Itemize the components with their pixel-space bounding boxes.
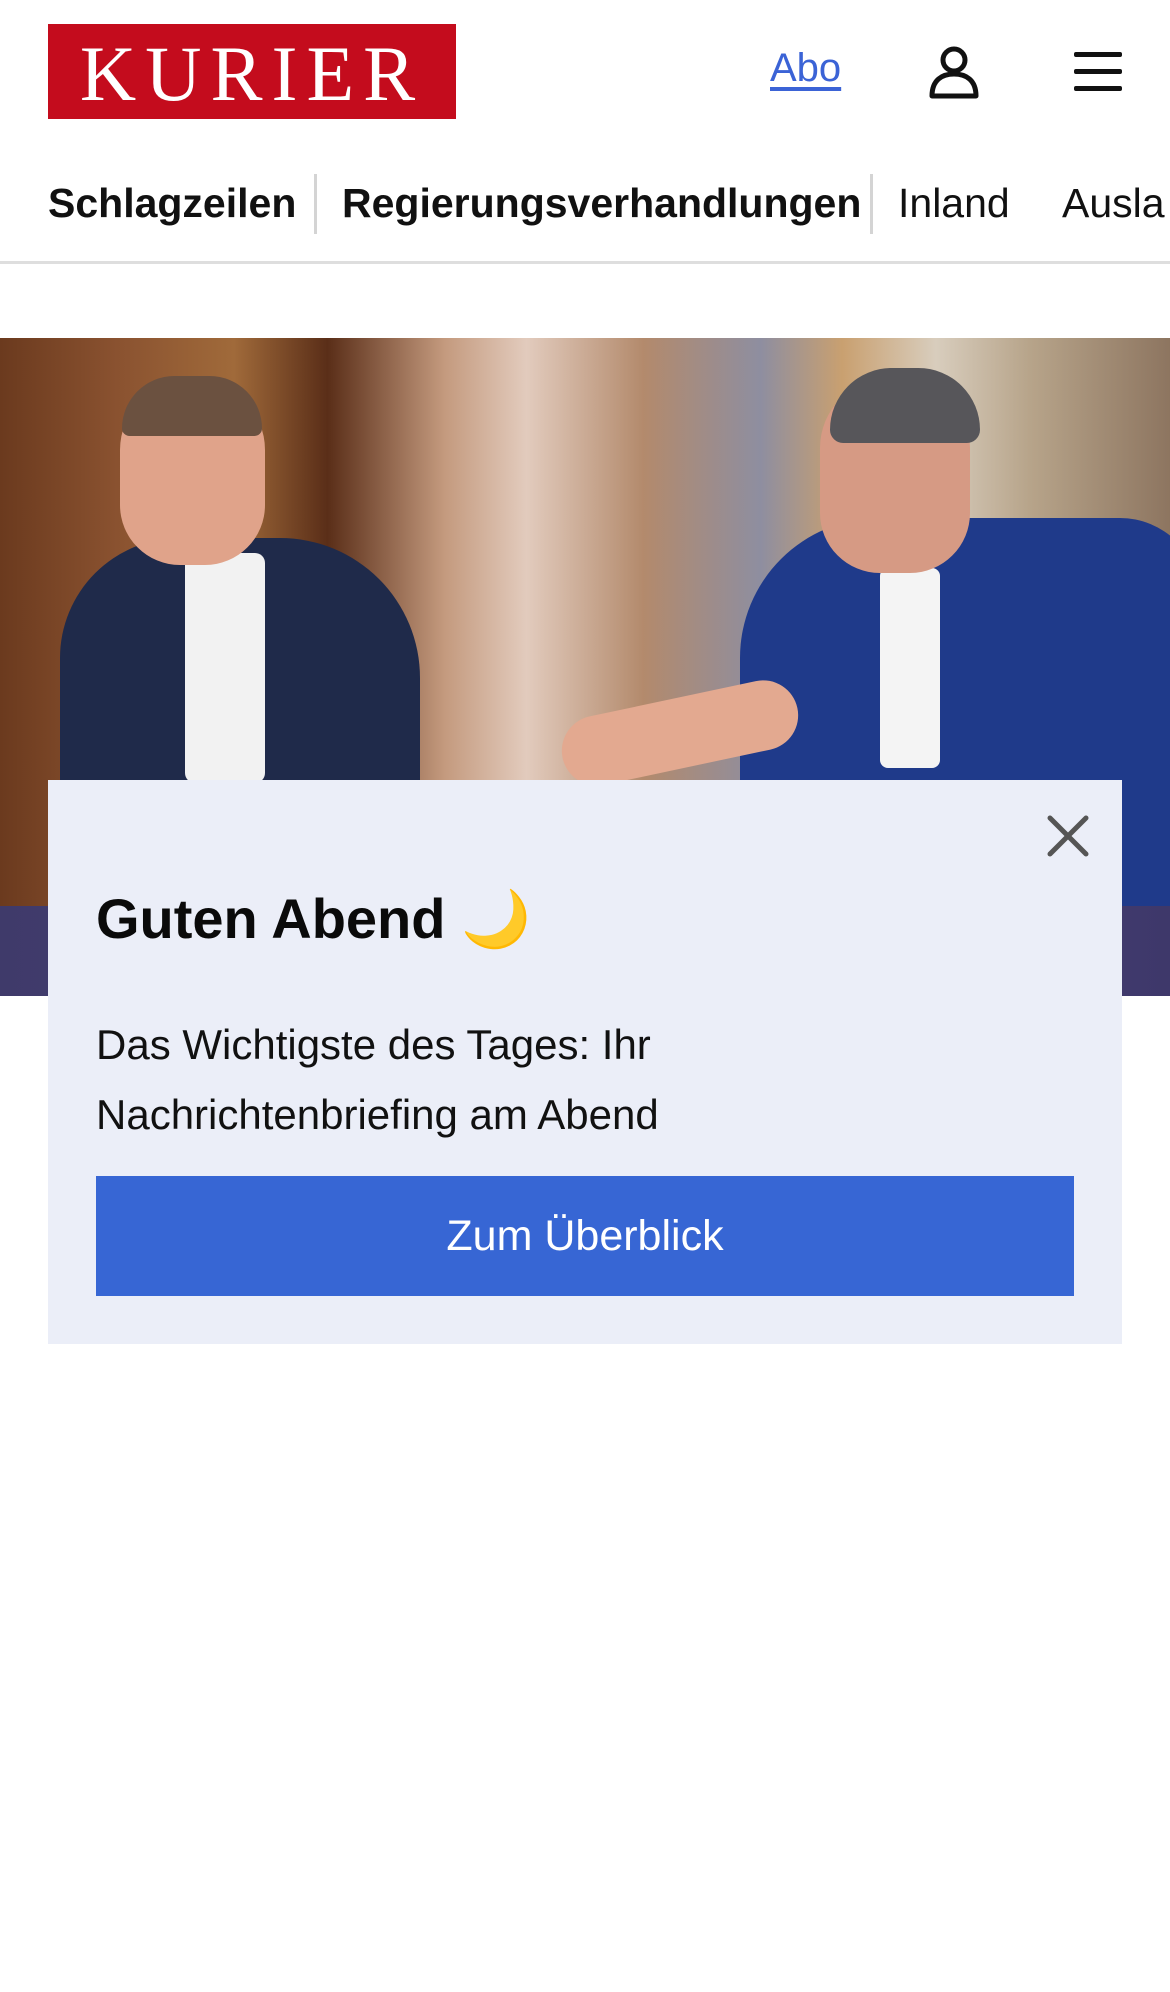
abo-link[interactable]: Abo (770, 46, 841, 91)
nav-item-inland[interactable]: Inland (898, 178, 1010, 228)
user-icon (929, 46, 979, 99)
nav-item-schlagzeilen[interactable]: Schlagzeilen (48, 178, 296, 228)
overview-button[interactable]: Zum Überblick (96, 1176, 1074, 1296)
popup-description: Das Wichtigste des Tages: Ihr Nachrichte… (96, 1021, 659, 1138)
nav-divider (870, 174, 873, 234)
site-header: KURIER Abo (0, 0, 1170, 140)
popup-close-button[interactable] (1040, 808, 1096, 864)
kurier-logo[interactable]: KURIER (48, 24, 456, 119)
close-icon (1047, 815, 1089, 857)
nav-divider (314, 174, 317, 234)
section-nav: Schlagzeilen Regierungsverhandlungen Inl… (0, 160, 1170, 264)
menu-button[interactable] (1070, 48, 1126, 96)
nav-item-regierungsverhandlungen[interactable]: Regierungsverhandlungen (342, 178, 861, 228)
nav-item-ausland[interactable]: Ausla (1062, 178, 1165, 228)
user-account-button[interactable] (926, 44, 982, 100)
hamburger-menu-icon (1074, 52, 1122, 91)
popup-title: Guten Abend 🌙 (96, 887, 531, 950)
